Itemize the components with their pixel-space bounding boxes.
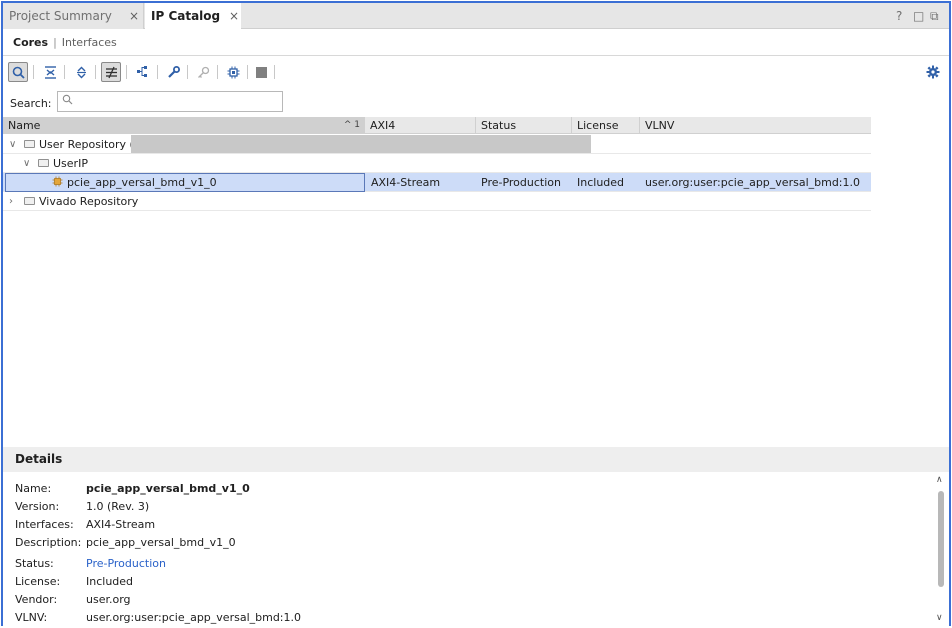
row-axi4: AXI4-Stream xyxy=(371,176,441,189)
column-header-license[interactable]: License xyxy=(572,117,640,134)
redacted-region xyxy=(131,135,591,153)
search-row: Search: xyxy=(3,89,949,117)
help-icon[interactable]: ? xyxy=(896,9,902,23)
tab-label: IP Catalog xyxy=(151,9,221,23)
column-header-axi4[interactable]: AXI4 xyxy=(365,117,476,134)
chevron-down-icon[interactable]: ∨ xyxy=(23,154,30,173)
filter-icon[interactable] xyxy=(101,62,121,82)
ip-settings-icon[interactable] xyxy=(223,62,243,82)
stop-icon[interactable] xyxy=(251,62,271,82)
table-row[interactable]: ∨ UserIP xyxy=(3,154,871,173)
row-name: pcie_app_versal_bmd_v1_0 xyxy=(67,176,217,189)
subtab-cores[interactable]: Cores xyxy=(13,36,48,49)
folder-icon xyxy=(24,197,35,205)
ip-core-icon xyxy=(52,176,63,190)
tab-ip-catalog[interactable]: IP Catalog × xyxy=(145,3,241,30)
close-icon[interactable]: × xyxy=(229,3,239,29)
ip-table: Name ^ 1 AXI4 Status License VLNV ∨ User… xyxy=(3,117,949,447)
toolbar xyxy=(3,57,949,87)
column-header-vlnv[interactable]: VLNV xyxy=(640,117,871,134)
customize-ip-icon[interactable] xyxy=(163,62,183,82)
chevron-down-icon[interactable]: ∨ xyxy=(9,135,16,154)
table-row[interactable]: pcie_app_versal_bmd_v1_0 AXI4-Stream Pre… xyxy=(3,173,871,192)
status-link[interactable]: Pre-Production xyxy=(86,556,166,572)
sort-indicator: ^ 1 xyxy=(343,120,360,130)
close-icon[interactable]: × xyxy=(129,3,139,29)
details-panel: Details Name: pcie_app_versal_bmd_v1_0 V… xyxy=(3,447,949,628)
row-license: Included xyxy=(577,176,625,189)
expand-all-icon[interactable] xyxy=(71,62,91,82)
scrollbar-thumb[interactable] xyxy=(938,491,944,587)
search-input[interactable] xyxy=(57,91,283,112)
maximize-icon[interactable]: □ xyxy=(913,9,924,23)
details-title: Details xyxy=(3,447,949,472)
subtab-separator: | xyxy=(53,36,57,49)
row-status: Pre-Production xyxy=(481,176,561,189)
gear-icon[interactable] xyxy=(923,62,943,82)
chevron-right-icon[interactable]: › xyxy=(9,192,13,211)
license-key-icon[interactable] xyxy=(193,62,213,82)
details-scrollbar[interactable]: ∧ ∨ xyxy=(935,475,947,625)
scroll-down-icon[interactable]: ∨ xyxy=(936,613,943,623)
catalog-subtabs: Cores | Interfaces xyxy=(3,30,949,56)
scroll-up-icon[interactable]: ∧ xyxy=(936,475,943,485)
column-header-status[interactable]: Status xyxy=(476,117,572,134)
search-label: Search: xyxy=(10,97,52,110)
search-field-icon xyxy=(62,94,73,108)
subtab-interfaces[interactable]: Interfaces xyxy=(62,36,117,49)
tab-bar: Project Summary × IP Catalog × ? □ ⧉ xyxy=(3,3,949,30)
collapse-all-icon[interactable] xyxy=(40,62,60,82)
hierarchy-icon[interactable] xyxy=(133,62,153,82)
table-row[interactable]: › Vivado Repository xyxy=(3,192,871,211)
float-window-icon[interactable]: ⧉ xyxy=(930,9,939,24)
column-header-name[interactable]: Name ^ 1 xyxy=(3,117,365,134)
search-icon[interactable] xyxy=(8,62,28,82)
row-name: UserIP xyxy=(53,157,88,170)
row-name: Vivado Repository xyxy=(39,195,139,208)
folder-icon xyxy=(24,140,35,148)
folder-icon xyxy=(38,159,49,167)
table-header: Name ^ 1 AXI4 Status License VLNV xyxy=(3,117,871,134)
search-text-field[interactable] xyxy=(76,94,276,109)
ip-catalog-window: Project Summary × IP Catalog × ? □ ⧉ Cor… xyxy=(1,1,951,628)
tab-project-summary[interactable]: Project Summary × xyxy=(3,3,144,29)
row-vlnv: user.org:user:pcie_app_versal_bmd:1.0 xyxy=(645,176,860,189)
row-name: User Repository ( xyxy=(39,138,134,151)
tab-label: Project Summary xyxy=(9,9,112,23)
